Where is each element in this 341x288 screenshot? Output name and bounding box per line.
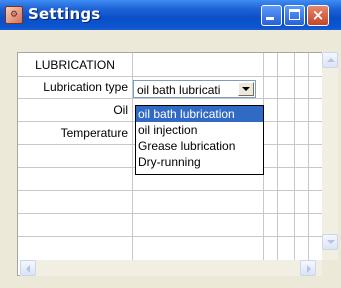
minimize-icon [266,17,274,20]
scroll-right-button[interactable] [300,260,316,276]
grid-row-divider [18,98,322,99]
grid-row-divider [18,236,322,237]
arrow-right-icon [307,265,311,273]
dropdown-option-oil-bath-lubrication[interactable]: oil bath lubrication [136,106,263,122]
lubrication-type-combobox[interactable]: oil bath lubricati [133,80,256,98]
grid-column-divider [277,53,278,260]
scroll-left-button[interactable] [20,260,36,276]
dropdown-option-grease-lubrication[interactable]: Grease lubrication [136,138,263,154]
grid-row-divider [18,213,322,214]
dropdown-option-oil-injection[interactable]: oil injection [136,122,263,138]
grid-column-divider [294,53,295,260]
combo-selected-value: oil bath lubricati [137,83,221,97]
application-icon[interactable]: ⚙ [5,6,23,24]
scrollbar-corner [322,260,338,276]
section-header-lubrication: LUBRICATION [35,58,115,72]
chevron-down-icon[interactable] [238,82,254,96]
scroll-down-button[interactable] [322,234,338,250]
dropdown-option-dry-running[interactable]: Dry-running [136,154,263,170]
settings-window: ⚙ Settings × LUBRICATION Lubrication typ… [0,0,341,288]
close-icon: × [311,6,325,24]
minimize-button[interactable] [261,5,282,26]
scroll-up-button[interactable] [322,52,338,68]
grid-column-divider [308,53,309,260]
maximize-icon [289,9,300,20]
lubrication-type-dropdown-list[interactable]: oil bath lubrication oil injection Greas… [135,105,264,175]
row-label-temperature: Temperature [60,126,128,140]
vertical-scrollbar[interactable] [322,52,338,261]
row-label-lubrication-type: Lubrication type [43,80,128,94]
row-label-oil: Oil [113,103,128,117]
arrow-down-icon [327,240,335,244]
title-bar[interactable]: ⚙ Settings × [0,0,341,30]
maximize-button[interactable] [284,5,305,26]
close-button[interactable]: × [307,5,329,26]
arrow-up-icon [327,58,335,62]
window-title: Settings [28,5,101,23]
arrow-left-icon [26,265,30,273]
horizontal-scrollbar[interactable] [20,260,322,276]
grid-row-divider [18,190,322,191]
